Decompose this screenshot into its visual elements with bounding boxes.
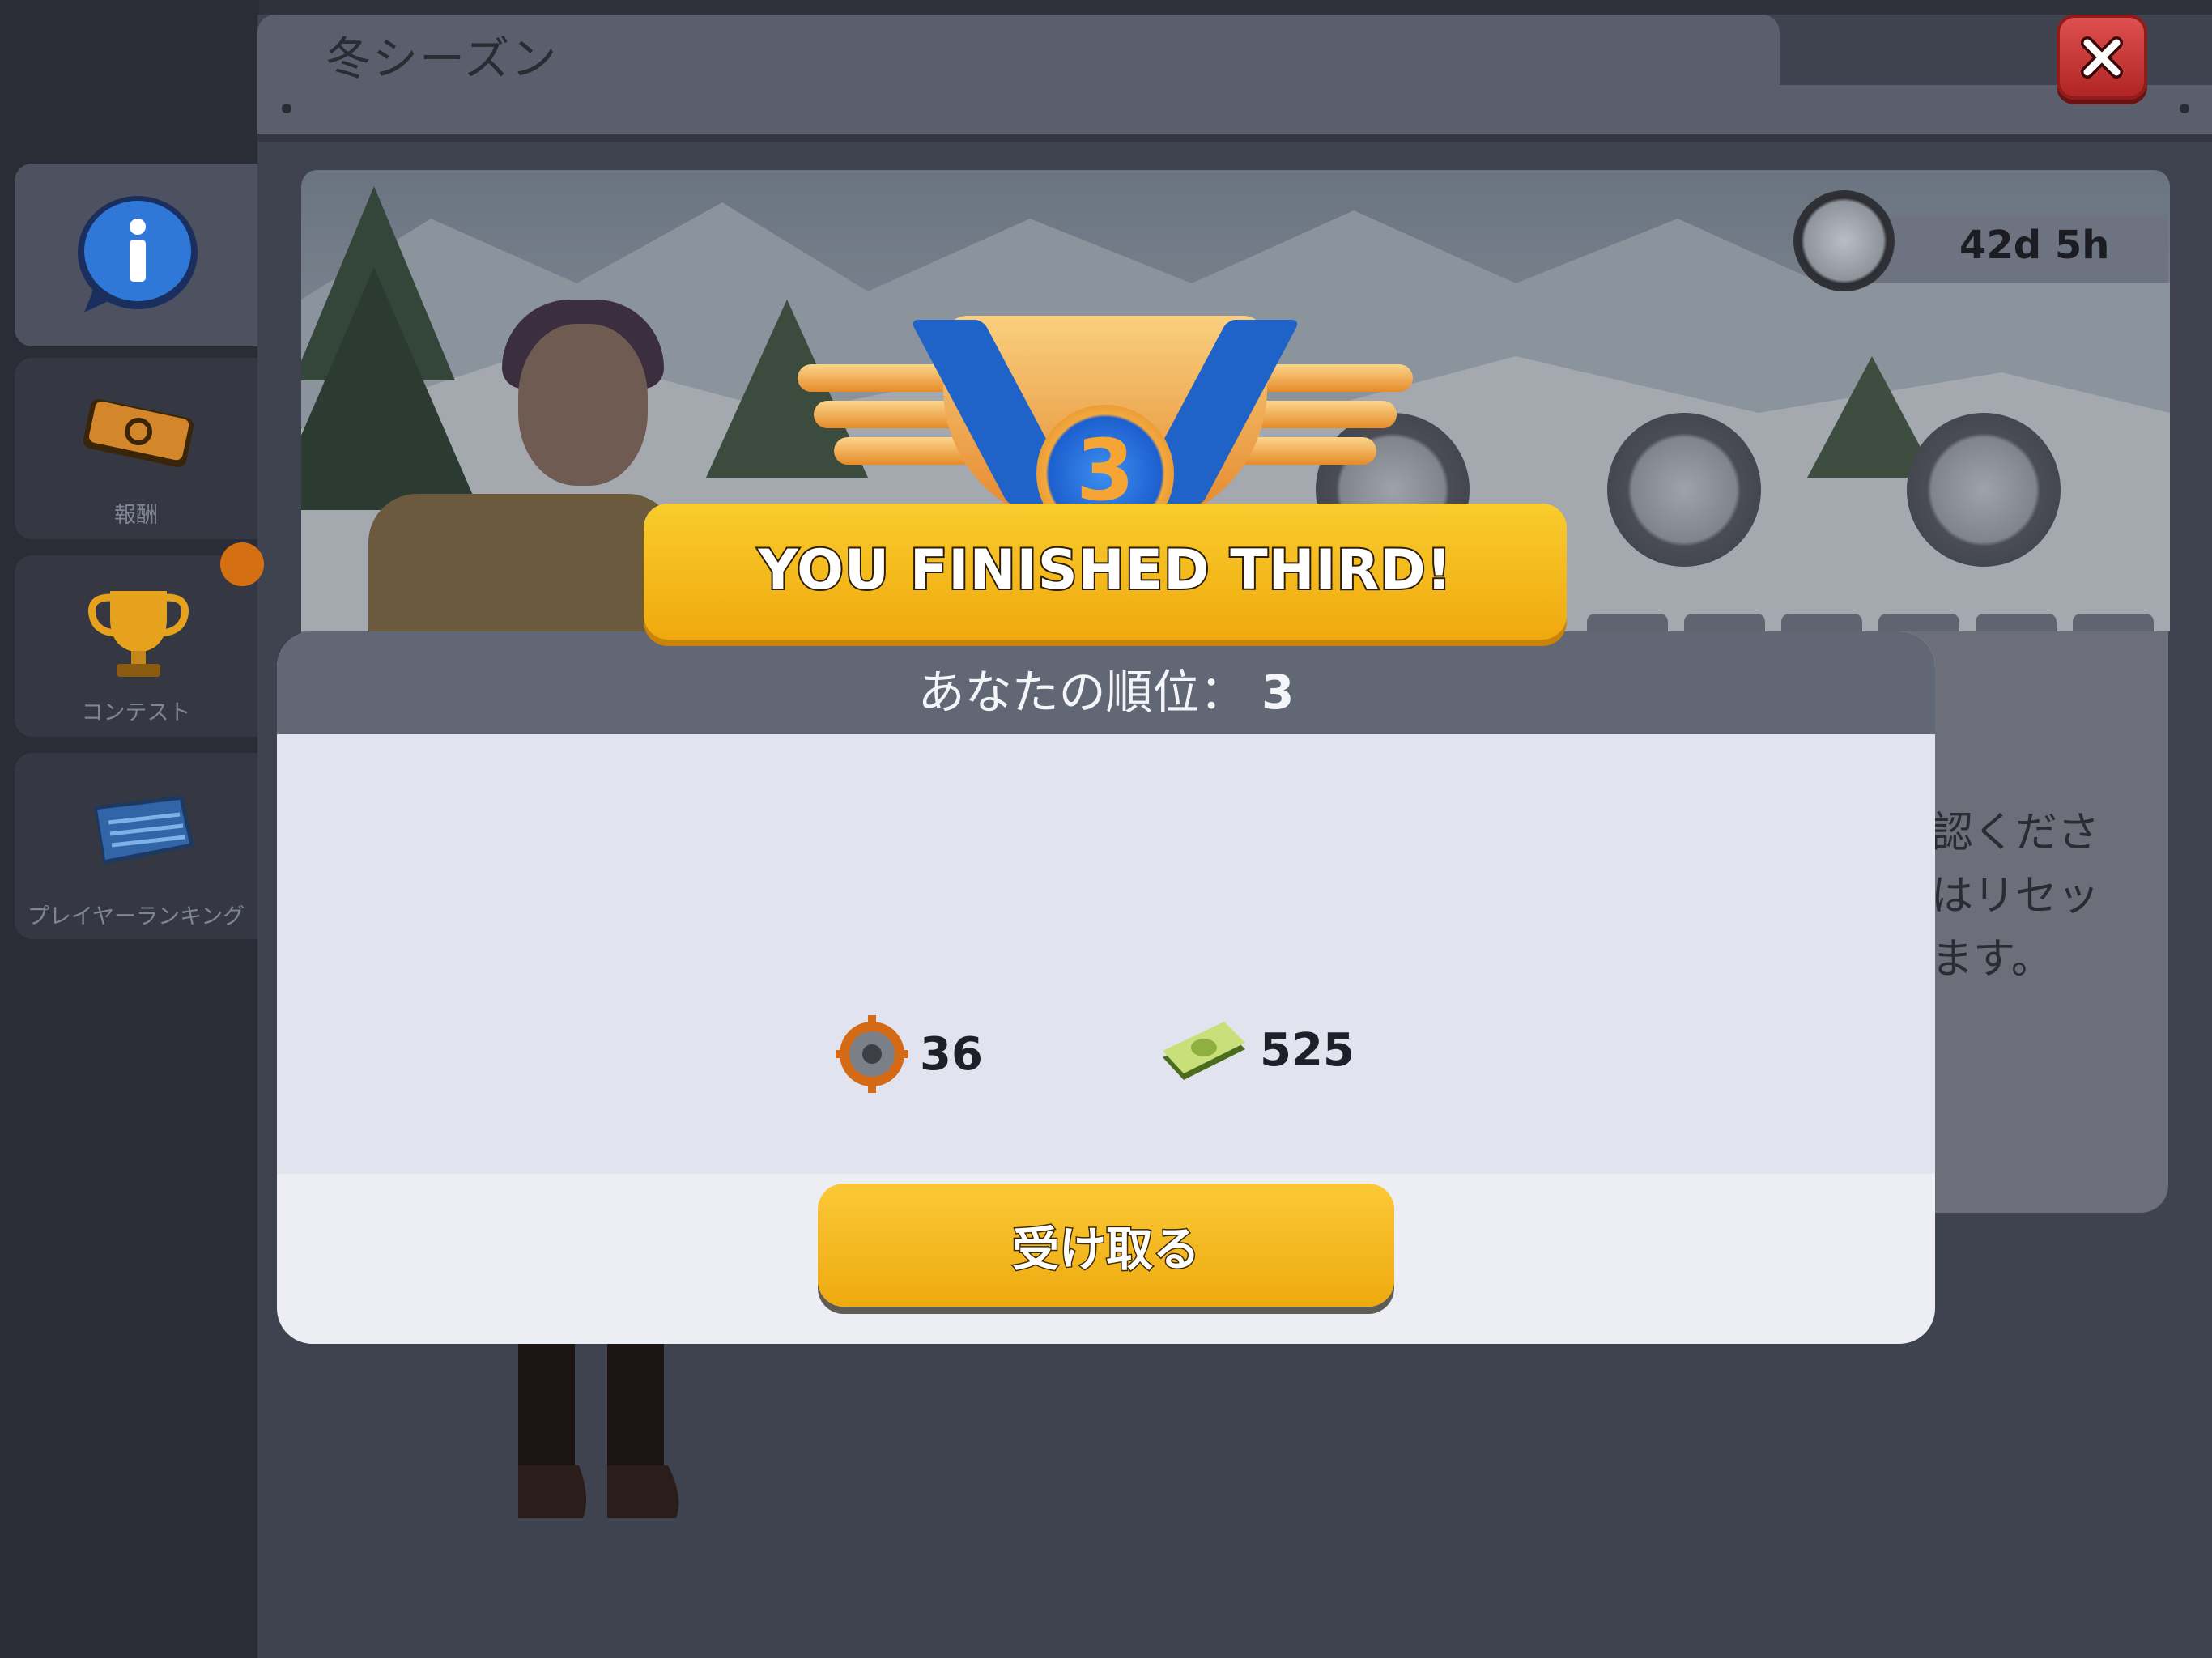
sidebar-item-rewards[interactable]: 報酬 bbox=[15, 358, 257, 539]
claim-button[interactable]: 受け取る bbox=[818, 1184, 1394, 1307]
stopwatch-icon bbox=[1793, 190, 1895, 291]
window-title: 冬シーズン bbox=[325, 33, 559, 86]
claim-button-label: 受け取る bbox=[1010, 1221, 1201, 1278]
character-avatar bbox=[518, 324, 648, 486]
cash-bundle-icon bbox=[1163, 1022, 1245, 1080]
sidebar-item-player-ranking[interactable]: プレイヤーランキング bbox=[15, 753, 257, 939]
reward-cash: 525 bbox=[1158, 1014, 1355, 1086]
close-icon bbox=[2081, 36, 2123, 79]
rivet bbox=[2180, 104, 2189, 113]
rank-line: あなたの順位： 3 bbox=[277, 654, 1935, 722]
title-divider bbox=[257, 134, 2212, 142]
sidebar-item-label: プレイヤーランキング bbox=[27, 904, 245, 929]
info-line: ます。 bbox=[1931, 935, 2053, 984]
season-time-remaining: 42d 5h bbox=[1959, 223, 2110, 268]
reward-amount: 525 bbox=[1260, 1023, 1355, 1077]
sidebar-item-label: コンテスト bbox=[81, 700, 191, 725]
locked-reward-sun-icon bbox=[1607, 413, 1761, 567]
locked-reward-mountain-icon bbox=[1907, 413, 2061, 567]
rewards-area: 36 525 bbox=[277, 734, 1935, 1174]
sidebar-item-label: 報酬 bbox=[114, 503, 158, 528]
gear-token-icon bbox=[836, 1015, 908, 1093]
character-boots bbox=[518, 1344, 679, 1518]
ranking-board-icon bbox=[94, 795, 194, 865]
character-coat bbox=[368, 494, 676, 631]
notification-dot bbox=[220, 542, 264, 586]
title-bar-extension bbox=[1780, 85, 2212, 136]
sidebar-item-info[interactable] bbox=[15, 164, 257, 346]
result-banner-text: YOU FINISHED THIRD! bbox=[756, 537, 1453, 604]
reward-amount: 36 bbox=[920, 1027, 983, 1081]
info-icon bbox=[78, 196, 198, 312]
close-button[interactable] bbox=[2057, 15, 2147, 100]
rank-value: 3 bbox=[1261, 665, 1295, 720]
rank-label: あなたの順位： bbox=[917, 665, 1247, 720]
reward-gear-tokens: 36 bbox=[836, 1014, 983, 1095]
info-line: 認くださ bbox=[1931, 809, 2100, 857]
sidebar-item-contest[interactable]: コンテスト bbox=[15, 555, 257, 737]
trophy-icon bbox=[87, 591, 189, 677]
season-info-text: 認くださ はリセッ ます。 bbox=[1931, 801, 2099, 991]
rivet bbox=[282, 104, 291, 113]
info-line: はリセッ bbox=[1931, 872, 2100, 920]
ticket-icon bbox=[83, 399, 194, 467]
